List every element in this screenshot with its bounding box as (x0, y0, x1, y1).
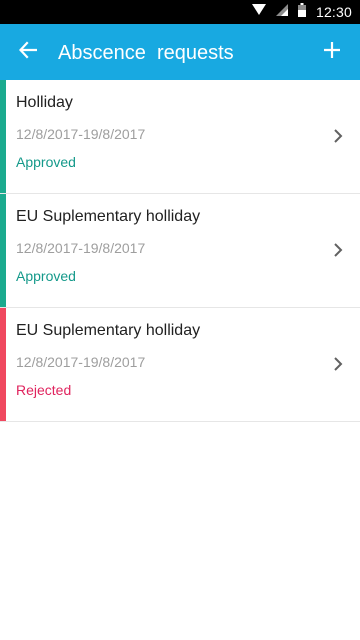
app-bar: Abscence requests (0, 24, 360, 80)
signal-icon (275, 3, 288, 21)
chevron-right-icon (330, 126, 346, 146)
status-icons: 12:30 (251, 0, 352, 24)
request-status: Rejected (16, 382, 72, 398)
plus-icon (323, 41, 341, 64)
request-title: EU Suplementary holliday (16, 208, 201, 225)
request-item[interactable]: Holliday 12/8/2017-19/8/2017 Approved (0, 80, 360, 194)
status-stripe (0, 308, 6, 421)
requests-list: Holliday 12/8/2017-19/8/2017 Approved EU… (0, 80, 360, 422)
wifi-icon (251, 3, 266, 21)
request-dates: 12/8/2017-19/8/2017 (16, 126, 146, 142)
back-button[interactable] (12, 36, 44, 68)
request-dates: 12/8/2017-19/8/2017 (16, 240, 146, 256)
chevron-right-icon (330, 354, 346, 374)
chevron-right-icon (330, 240, 346, 260)
battery-icon (297, 2, 306, 22)
request-status: Approved (16, 154, 76, 170)
request-dates: 12/8/2017-19/8/2017 (16, 354, 146, 370)
status-stripe (0, 80, 6, 193)
request-title: Holliday (16, 94, 73, 111)
request-item[interactable]: EU Suplementary holliday 12/8/2017-19/8/… (0, 308, 360, 422)
status-stripe (0, 194, 6, 307)
status-time: 12:30 (315, 4, 352, 20)
request-status: Approved (16, 268, 76, 284)
add-request-button[interactable] (316, 36, 348, 68)
request-title: EU Suplementary holliday (16, 322, 201, 339)
arrow-left-icon (18, 40, 38, 64)
request-item[interactable]: EU Suplementary holliday 12/8/2017-19/8/… (0, 194, 360, 308)
page-title: Abscence requests (58, 42, 234, 64)
status-bar: 12:30 (0, 0, 360, 24)
